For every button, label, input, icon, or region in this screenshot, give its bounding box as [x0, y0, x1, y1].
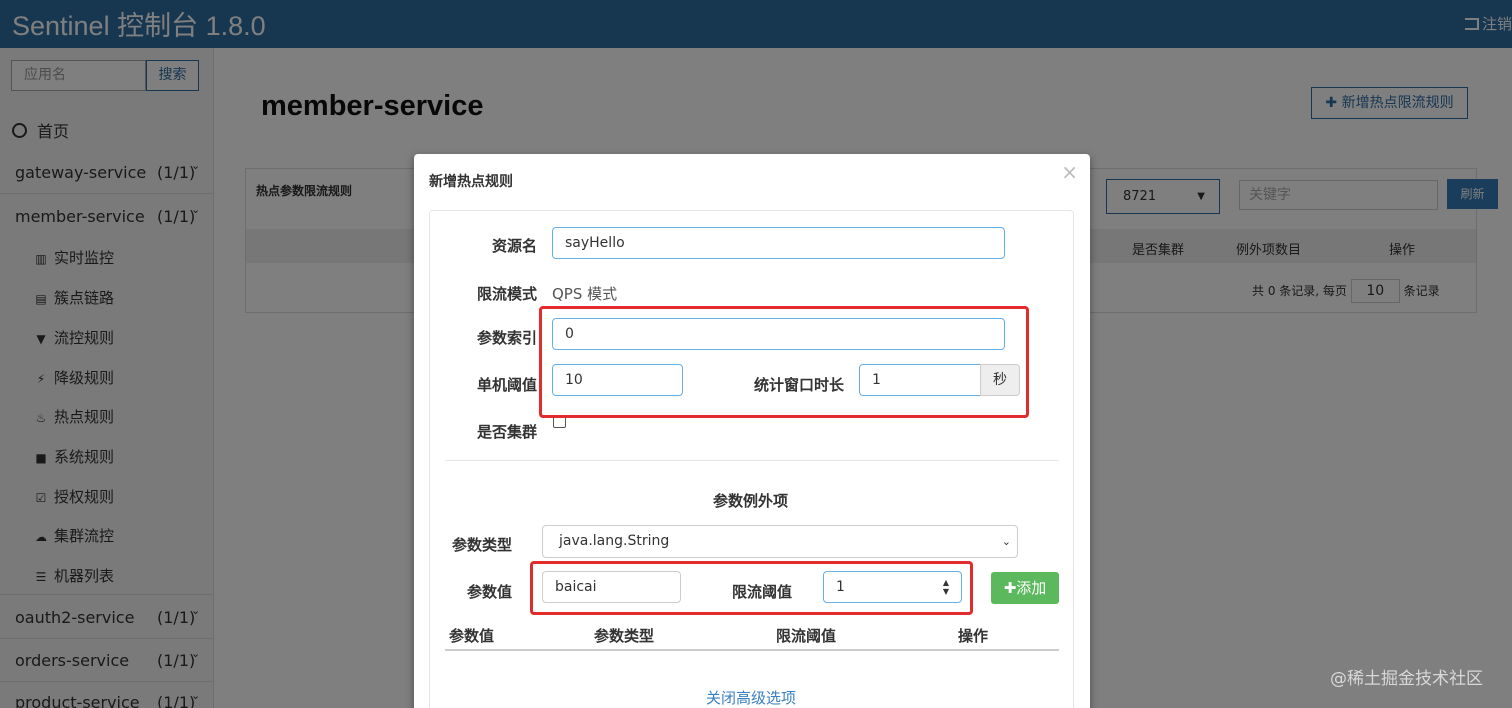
- mode-label: 限流模式: [476, 285, 537, 303]
- add-hotspot-rule-modal: 新增热点规则 × 资源名 sayHello 限流模式 QPS 模式 参数索引 0…: [414, 154, 1090, 708]
- highlight-box: [539, 306, 1029, 418]
- close-icon[interactable]: ×: [1061, 160, 1078, 184]
- exception-column-header: 参数值: [449, 627, 495, 645]
- param-type-label: 参数类型: [451, 536, 512, 554]
- threshold-label: 单机阈值: [476, 376, 537, 394]
- divider: [445, 649, 1059, 651]
- param-value-label: 参数值: [466, 583, 512, 601]
- cluster-label: 是否集群: [476, 423, 537, 441]
- param-type-select[interactable]: java.lang.String ⌄: [542, 525, 1018, 558]
- plus-icon: ✚: [1003, 579, 1017, 597]
- divider: [445, 460, 1059, 461]
- add-exception-button[interactable]: ✚添加: [991, 572, 1059, 604]
- resource-label: 资源名: [491, 237, 537, 255]
- chevron-down-icon: ⌄: [1001, 535, 1011, 548]
- watermark: @稀土掘金技术社区: [1330, 669, 1483, 689]
- close-advanced-link[interactable]: 关闭高级选项: [706, 687, 796, 708]
- mode-value: QPS 模式: [552, 285, 618, 303]
- exception-column-header: 参数类型: [594, 627, 655, 645]
- modal-title: 新增热点规则: [429, 174, 513, 190]
- param-index-label: 参数索引: [476, 329, 537, 347]
- exception-section-title: 参数例外项: [713, 492, 789, 510]
- exception-column-header: 操作: [958, 627, 989, 645]
- resource-input[interactable]: sayHello: [552, 227, 1005, 259]
- highlight-box: [530, 561, 973, 615]
- modal-form: 资源名 sayHello 限流模式 QPS 模式 参数索引 0 单机阈值 10 …: [429, 210, 1074, 708]
- exception-column-header: 限流阈值: [776, 627, 837, 645]
